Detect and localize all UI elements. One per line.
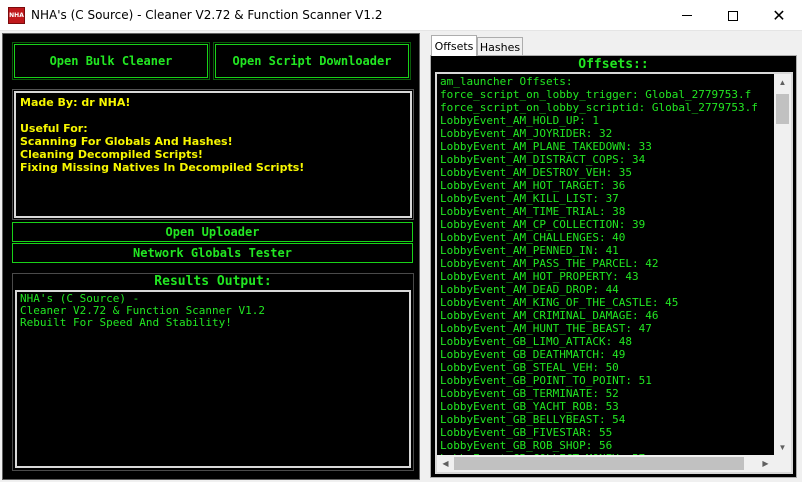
scroll-right-icon[interactable]: ▶ [757, 455, 774, 472]
info-line [20, 109, 406, 122]
info-line: Useful For: [20, 122, 88, 135]
maximize-button[interactable] [710, 0, 756, 31]
offset-line: LobbyEvent_AM_HUNT_THE_BEAST: 47 [440, 322, 652, 335]
scrollbar-corner [774, 455, 791, 472]
offset-line: LobbyEvent_AM_DEAD_DROP: 44 [440, 283, 619, 296]
open-uploader-button[interactable]: Open Uploader [12, 222, 413, 242]
offset-line: LobbyEvent_AM_HOT_PROPERTY: 43 [440, 270, 639, 283]
left-panel: Open Bulk Cleaner Open Script Downloader… [2, 33, 420, 480]
open-bulk-cleaner-button[interactable]: Open Bulk Cleaner [12, 42, 210, 80]
right-panel: Offsets Hashes Offsets:: am_launcher Off… [425, 33, 800, 480]
info-line: Cleaning Decompiled Scripts! [20, 148, 203, 161]
vertical-scrollbar[interactable]: ▲ ▼ [774, 74, 791, 456]
offsets-title: Offsets:: [578, 57, 649, 72]
info-line: Made By: dr NHA! [20, 96, 131, 109]
offsets-tab-panel: Offsets:: am_launcher Offsets: force_scri… [430, 55, 797, 478]
offset-line: LobbyEvent_AM_PASS_THE_PARCEL: 42 [440, 257, 659, 270]
offset-line: LobbyEvent_AM_PLANE_TAKEDOWN: 33 [440, 140, 652, 153]
offset-line: LobbyEvent_GB_TERMINATE: 52 [440, 387, 619, 400]
offsets-output-textbox[interactable]: am_launcher Offsets: force_script_on_lobb… [435, 72, 793, 474]
app-logo-icon: NHA [8, 7, 25, 24]
tab-hashes[interactable]: Hashes [477, 37, 523, 56]
info-line: Fixing Missing Natives In Decompiled Scr… [20, 161, 305, 174]
offset-line: LobbyEvent_AM_CP_COLLECTION: 39 [440, 218, 646, 231]
offset-line: LobbyEvent_GB_FIVESTAR: 55 [440, 426, 613, 439]
results-title: Results Output: [154, 274, 272, 289]
offset-line: LobbyEvent_AM_KILL_LIST: 37 [440, 192, 619, 205]
results-line: Rebuilt For Speed And Stability! [20, 316, 232, 329]
offset-line: LobbyEvent_GB_POINT_TO_POINT: 51 [440, 374, 652, 387]
offset-line: force_script_on_lobby_scriptid: Global_2… [440, 101, 758, 114]
offset-line: LobbyEvent_GB_DEATHMATCH: 49 [440, 348, 626, 361]
info-text-box: Made By: dr NHA! Useful For: Scanning Fo… [12, 89, 414, 220]
horizontal-scrollbar[interactable]: ◀ ▶ [437, 455, 774, 472]
network-globals-tester-button[interactable]: Network Globals Tester [12, 243, 413, 263]
vertical-scroll-thumb[interactable] [776, 94, 789, 124]
scroll-down-icon[interactable]: ▼ [774, 439, 791, 456]
close-icon: ✕ [772, 5, 786, 25]
offset-line: LobbyEvent_AM_DISTRACT_COPS: 34 [440, 153, 646, 166]
scroll-up-icon[interactable]: ▲ [774, 74, 791, 91]
window-title: NHA's (C Source) - Cleaner V2.72 & Funct… [31, 8, 383, 22]
offset-line: LobbyEvent_GB_YACHT_ROB: 53 [440, 400, 619, 413]
title-bar[interactable]: NHA NHA's (C Source) - Cleaner V2.72 & F… [0, 0, 802, 31]
offset-line: LobbyEvent_AM_HOT_TARGET: 36 [440, 179, 626, 192]
info-line: Scanning For Globals And Hashes! [20, 135, 233, 148]
minimize-button[interactable] [664, 0, 710, 31]
horizontal-scroll-thumb[interactable] [454, 457, 744, 470]
offset-line: LobbyEvent_GB_LIMO_ATTACK: 48 [440, 335, 633, 348]
tab-offsets[interactable]: Offsets [431, 35, 477, 56]
offset-line: LobbyEvent_AM_PENNED_IN: 41 [440, 244, 619, 257]
offset-line: LobbyEvent_GB_STEAL_VEH: 50 [440, 361, 619, 374]
minimize-icon [682, 15, 692, 16]
offset-line: LobbyEvent_AM_KING_OF_THE_CASTLE: 45 [440, 296, 679, 309]
results-group: Results Output: NHA's (C Source) - Clean… [12, 273, 414, 471]
maximize-icon [728, 10, 738, 21]
offset-line: force_script_on_lobby_trigger: Global_27… [440, 88, 752, 101]
offset-line: LobbyEvent_AM_TIME_TRIAL: 38 [440, 205, 626, 218]
offset-line: LobbyEvent_AM_JOYRIDER: 32 [440, 127, 613, 140]
open-script-downloader-button[interactable]: Open Script Downloader [213, 42, 411, 80]
offset-line: LobbyEvent_GB_ROB_SHOP: 56 [440, 439, 613, 452]
offset-line: LobbyEvent_AM_CHALLENGES: 40 [440, 231, 626, 244]
scroll-left-icon[interactable]: ◀ [437, 455, 454, 472]
results-output-textbox[interactable]: NHA's (C Source) - Cleaner V2.72 & Funct… [15, 290, 411, 468]
close-button[interactable]: ✕ [756, 0, 802, 31]
offset-line: LobbyEvent_AM_DESTROY_VEH: 35 [440, 166, 633, 179]
offsets-list: am_launcher Offsets: force_script_on_lobb… [440, 75, 780, 457]
offset-line: LobbyEvent_AM_HOLD_UP: 1 [440, 114, 599, 127]
offset-line: LobbyEvent_AM_CRIMINAL_DAMAGE: 46 [440, 309, 659, 322]
offset-line: LobbyEvent_GB_BELLYBEAST: 54 [440, 413, 626, 426]
offset-line: am_launcher Offsets: [440, 75, 573, 88]
